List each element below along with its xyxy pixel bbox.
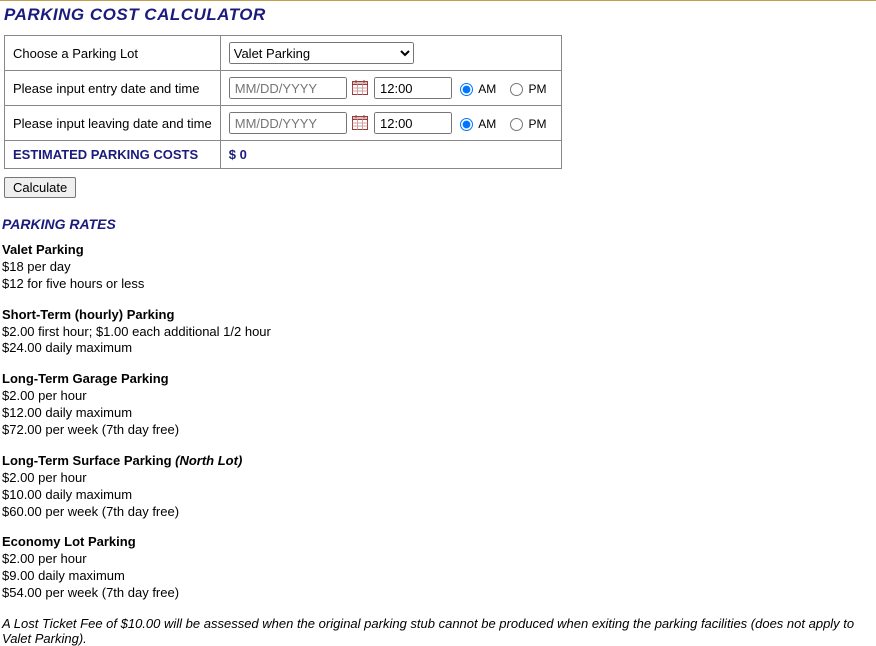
entry-am-label: AM [478,82,496,96]
rate-heading: Short-Term (hourly) Parking [2,307,876,324]
entry-am-radio[interactable] [460,83,473,96]
leaving-time-input[interactable] [374,112,452,134]
result-value: $ 0 [220,141,561,169]
leaving-pm-label: PM [529,117,547,131]
entry-pm-label: PM [529,82,547,96]
calculate-button[interactable]: Calculate [4,177,76,198]
rate-line: $10.00 daily maximum [2,487,876,504]
calendar-icon[interactable] [352,80,368,98]
entry-date-input[interactable] [229,77,347,99]
choose-lot-label: Choose a Parking Lot [5,36,221,71]
rate-heading: Valet Parking [2,242,876,259]
calendar-icon[interactable] [352,115,368,133]
result-label: ESTIMATED PARKING COSTS [5,141,221,169]
rate-line: $18 per day [2,259,876,276]
rate-block: Long-Term Surface Parking (North Lot)$2.… [2,453,876,521]
leaving-am-radio[interactable] [460,118,473,131]
leaving-label: Please input leaving date and time [5,106,221,141]
leaving-am-label: AM [478,117,496,131]
entry-time-input[interactable] [374,77,452,99]
entry-pm-radio[interactable] [510,83,523,96]
rate-heading: Economy Lot Parking [2,534,876,551]
rate-line: $2.00 per hour [2,470,876,487]
rate-line: $12 for five hours or less [2,276,876,293]
lost-ticket-footnote: A Lost Ticket Fee of $10.00 will be asse… [2,616,876,646]
rate-block: Economy Lot Parking$2.00 per hour$9.00 d… [2,534,876,602]
rates-section: Valet Parking$18 per day$12 for five hou… [2,242,876,602]
parking-lot-select[interactable]: Valet Parking [229,42,414,64]
rate-block: Long-Term Garage Parking$2.00 per hour$1… [2,371,876,439]
rate-block: Valet Parking$18 per day$12 for five hou… [2,242,876,293]
rate-heading: Long-Term Surface Parking (North Lot) [2,453,876,470]
rate-line: $54.00 per week (7th day free) [2,585,876,602]
rate-line: $12.00 daily maximum [2,405,876,422]
rate-line: $2.00 per hour [2,551,876,568]
leaving-pm-radio[interactable] [510,118,523,131]
rate-line: $9.00 daily maximum [2,568,876,585]
rate-line: $60.00 per week (7th day free) [2,504,876,521]
rate-line: $24.00 daily maximum [2,340,876,357]
rate-line: $2.00 first hour; $1.00 each additional … [2,324,876,341]
rate-line: $72.00 per week (7th day free) [2,422,876,439]
calculator-table: Choose a Parking Lot Valet Parking Pleas… [4,35,562,169]
rate-block: Short-Term (hourly) Parking$2.00 first h… [2,307,876,358]
rates-title: PARKING RATES [2,216,876,232]
leaving-date-input[interactable] [229,112,347,134]
entry-label: Please input entry date and time [5,71,221,106]
rate-heading: Long-Term Garage Parking [2,371,876,388]
rate-line: $2.00 per hour [2,388,876,405]
page-title: PARKING COST CALCULATOR [4,5,876,25]
